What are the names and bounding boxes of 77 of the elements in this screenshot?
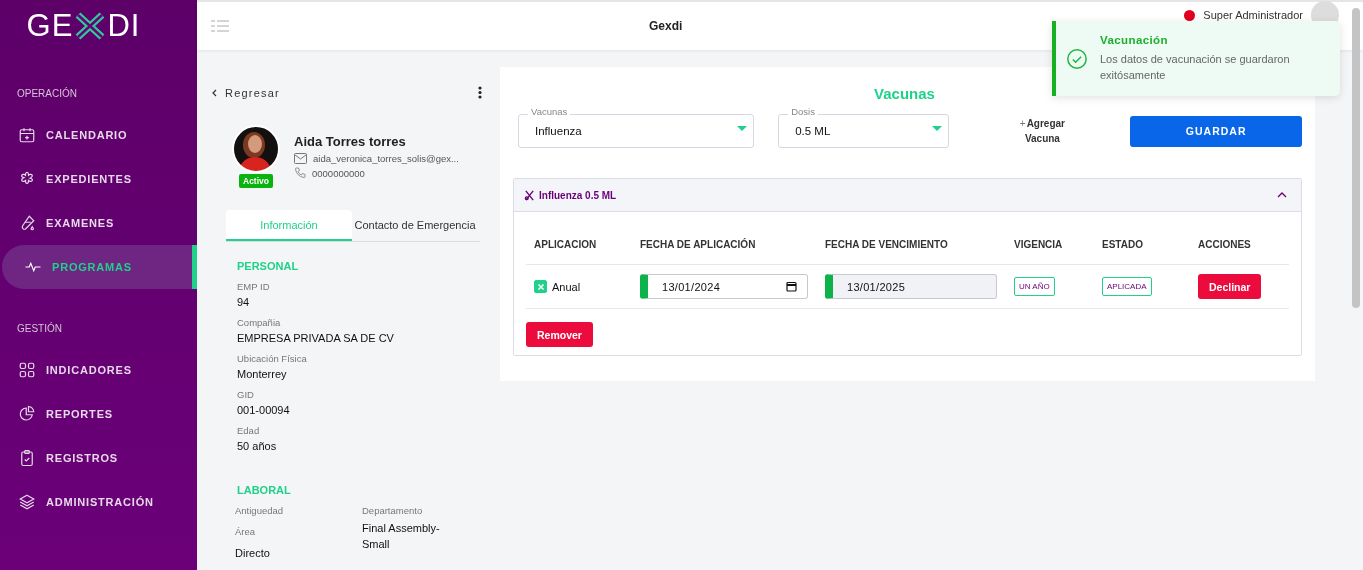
app-title: Gexdi [649,19,683,33]
phone-text: 0000000000 [312,167,365,179]
field-value: 50 años [237,440,278,452]
back-link[interactable]: Regresar [212,86,280,99]
add-vaccine-button[interactable]: +Agregar Vacuna [1008,116,1077,146]
scrollbar-icon[interactable] [1352,8,1360,308]
field-label: Vacunas [528,106,571,117]
checkbox[interactable] [534,280,547,293]
field-value: EMPRESA PRIVADA SA DE CV [237,332,395,344]
column-header: ACCIONES [1190,224,1289,265]
save-button[interactable]: GUARDAR [1130,115,1302,147]
nav-item[interactable]: PROGRAMAS [2,245,197,289]
x-mark-icon [536,282,545,291]
nav-icon [18,493,36,511]
status-tag: APLICADA [1102,277,1152,296]
status-badge: Activo [239,174,273,188]
field-label: Área [235,526,257,537]
date-field: 13/01/2025 [825,274,997,299]
more-icon[interactable] [478,86,482,99]
nav-icon [18,126,36,144]
nav-item[interactable]: CALENDARIO [0,113,197,157]
panel-header[interactable]: Influenza 0.5 ML [514,179,1301,212]
check-circle-icon [1066,47,1088,70]
field-label: Dosis [788,106,818,117]
panel-title: Influenza 0.5 ML [539,189,617,201]
field-label: EMP ID [237,281,271,292]
field-value: Directo [235,547,271,559]
chevron-left-icon [212,88,217,97]
nav-item[interactable]: EXPEDIENTES [0,157,197,201]
nav-icon [18,361,36,379]
dropdown-caret-icon [737,125,748,131]
nav-item[interactable]: INDICADORES [0,348,197,392]
field-label: Compañia [237,317,282,328]
toast-message: Los datos de vacunación se guardaron exitósamente [1100,52,1291,83]
column-header: FECHA DE APLICACIÓN [632,224,817,265]
field-value: 94 [237,296,251,308]
dropdown-caret-icon [931,125,942,131]
section-title: GESTIÓN [16,323,63,334]
nav-icon [18,449,36,467]
chevron-up-icon[interactable] [1277,192,1287,198]
nav-item[interactable]: REGISTROS [0,436,197,480]
column-header: ESTADO [1094,224,1190,265]
application-label: Anual [552,280,581,293]
nav-item[interactable]: REPORTES [0,392,197,436]
nav-item[interactable]: ADMINISTRACIÓN [0,480,197,524]
toast-title: Vacunación [1100,34,1169,46]
field-label: Antiguedad [235,505,285,516]
mail-icon [294,153,307,164]
email-text: aida_veronica_torres_solis@gex... [313,153,459,164]
column-header: VIGENCIA [1006,224,1094,265]
field-label: Edad [237,425,261,436]
field-label: Ubicación Física [237,353,308,364]
user-name[interactable]: Super Administrador [1203,9,1303,21]
section-heading: PERSONAL [237,260,300,272]
remove-button[interactable]: Remover [526,322,593,347]
vaccine-icon [524,189,535,201]
nav-icon [18,405,36,423]
nav-item[interactable]: EXAMENES [0,201,197,245]
calendar-icon[interactable] [786,281,797,292]
column-header: APLICACION [526,224,632,265]
section-heading: LABORAL [237,484,292,496]
field-value: Final Assembly-Small [362,521,441,552]
field-value: 001-00094 [237,404,291,416]
field-label: GID [237,389,255,400]
date-field[interactable]: 13/01/2024 [640,274,808,299]
person-name: Aida Torres torres [294,134,407,149]
column-header: FECHA DE VENCIMIENTO [817,224,1006,265]
validity-tag: UN AÑO [1014,277,1055,296]
decline-button[interactable]: Declinar [1198,274,1262,299]
notification-badge-icon[interactable] [1184,9,1196,21]
logo: GE DI [25,7,142,45]
section-title: OPERACIÓN [16,88,78,99]
field-label: Departamento [362,505,424,516]
field-value: Monterrey [237,368,288,380]
tab[interactable]: Contacto de Emergencia [352,210,478,239]
phone-icon [294,167,306,179]
card-title: Vacunas [874,85,935,102]
